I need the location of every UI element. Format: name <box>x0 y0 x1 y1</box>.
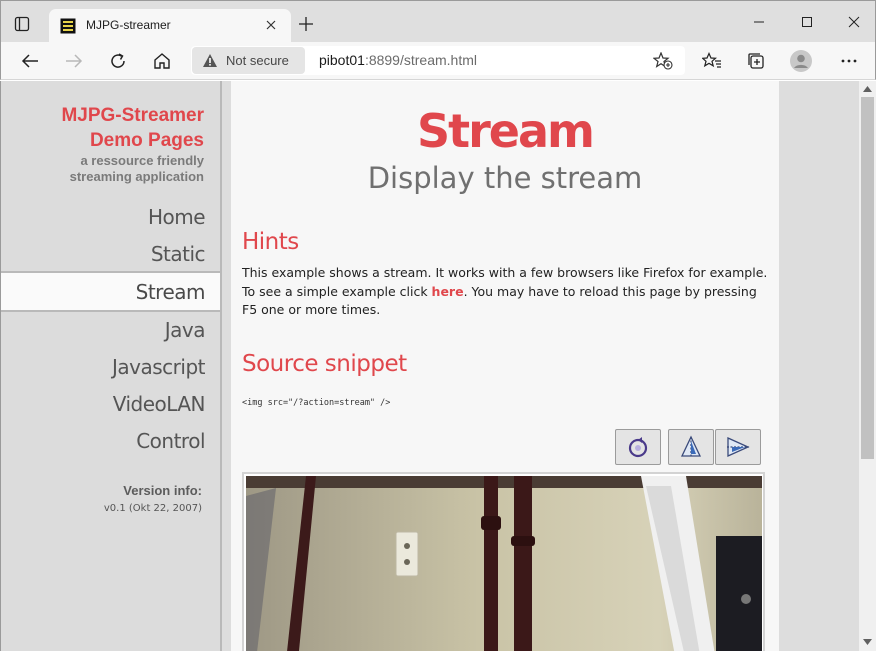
browser-titlebar: MJPG-streamer <box>0 0 876 43</box>
rotate-button[interactable] <box>615 429 661 465</box>
close-tab-icon[interactable] <box>263 17 279 33</box>
minimize-icon[interactable] <box>748 11 770 33</box>
url-path: :8899/stream.html <box>364 52 477 68</box>
vertical-scrollbar[interactable] <box>859 81 876 651</box>
version-info: Version info: v0.1 (Okt 22, 2007) <box>104 482 202 517</box>
add-favorite-icon[interactable] <box>652 51 673 70</box>
flip-horizontal-button[interactable] <box>715 429 761 465</box>
more-menu-icon[interactable] <box>837 49 861 73</box>
warning-icon <box>203 54 217 67</box>
address-bar[interactable]: Not secure pibot01:8899/stream.html <box>191 46 685 75</box>
stream-frame <box>242 472 765 651</box>
brand: MJPG-Streamer Demo Pages a ressource fri… <box>61 103 204 185</box>
sidebar: MJPG-Streamer Demo Pages a ressource fri… <box>1 81 222 651</box>
here-link[interactable]: here <box>432 284 464 299</box>
hints-line-1: This example shows a stream. It works wi… <box>242 265 768 280</box>
hints-heading: Hints <box>242 229 299 255</box>
mjpg-favicon-icon <box>60 18 76 34</box>
tab-title: MJPG-streamer <box>86 18 171 32</box>
collections-icon[interactable] <box>744 49 768 73</box>
page-viewport: MJPG-Streamer Demo Pages a ressource fri… <box>0 81 876 651</box>
source-snippet-heading: Source snippet <box>242 351 407 377</box>
nav-item-stream[interactable]: Stream <box>1 273 220 312</box>
close-window-icon[interactable] <box>843 11 865 33</box>
forward-arrow-icon[interactable] <box>62 49 86 73</box>
browser-tab[interactable]: MJPG-streamer <box>49 9 291 43</box>
page-right-gutter <box>779 81 859 651</box>
main-content: Stream Display the stream Hints This exa… <box>231 81 779 651</box>
rotate-icon <box>628 437 648 458</box>
nav-item-java[interactable]: Java <box>1 312 220 349</box>
version-label: Version info: <box>123 483 202 498</box>
new-tab-icon[interactable] <box>297 15 315 33</box>
nav-item-static[interactable]: Static <box>1 236 220 273</box>
maximize-icon[interactable] <box>796 11 818 33</box>
source-snippet-code: <img src="/?action=stream" /> <box>242 398 391 408</box>
flip-horizontal-icon <box>727 436 750 458</box>
home-icon[interactable] <box>150 49 174 73</box>
refresh-icon[interactable] <box>106 49 130 73</box>
hints-paragraph: This example shows a stream. It works wi… <box>242 264 772 320</box>
page-title: Stream <box>417 104 595 158</box>
nav-item-home[interactable]: Home <box>1 199 220 236</box>
hints-line-3: F5 one or more times. <box>242 302 381 317</box>
brand-title-line2: Demo Pages <box>89 130 204 151</box>
hints-line-2-pre: To see a simple example click <box>242 283 432 299</box>
nav-item-control[interactable]: Control <box>1 423 220 460</box>
scrollbar-thumb[interactable] <box>861 97 874 459</box>
camera-stream-image <box>246 476 762 651</box>
brand-title-line1: MJPG-Streamer <box>61 105 204 126</box>
nav-item-videolan[interactable]: VideoLAN <box>1 386 220 423</box>
security-chip[interactable]: Not secure <box>192 47 305 74</box>
flip-vertical-button[interactable] <box>668 429 714 465</box>
brand-tagline-line1: a ressource friendly <box>80 153 204 168</box>
version-value: v0.1 (Okt 22, 2007) <box>103 503 202 514</box>
url-host: pibot01 <box>319 52 365 68</box>
security-label: Not secure <box>226 53 289 68</box>
scroll-up-icon[interactable] <box>862 84 873 94</box>
hints-line-2-post: . You may have to reload this page by pr… <box>463 283 757 299</box>
flip-vertical-icon <box>680 435 702 457</box>
sidebar-nav: Home Static Stream Java Javascript Video… <box>1 199 220 460</box>
profile-avatar-icon[interactable] <box>789 49 813 73</box>
brand-tagline-line2: streaming application <box>69 169 204 184</box>
favorites-icon[interactable] <box>700 49 724 73</box>
tab-actions-icon[interactable] <box>11 13 33 35</box>
scroll-down-icon[interactable] <box>862 637 873 647</box>
nav-item-javascript[interactable]: Javascript <box>1 349 220 386</box>
back-arrow-icon[interactable] <box>18 49 42 73</box>
page-subtitle: Display the stream <box>367 161 643 195</box>
browser-toolbar: Not secure pibot01:8899/stream.html <box>0 42 876 80</box>
url-text[interactable]: pibot01:8899/stream.html <box>319 52 477 68</box>
